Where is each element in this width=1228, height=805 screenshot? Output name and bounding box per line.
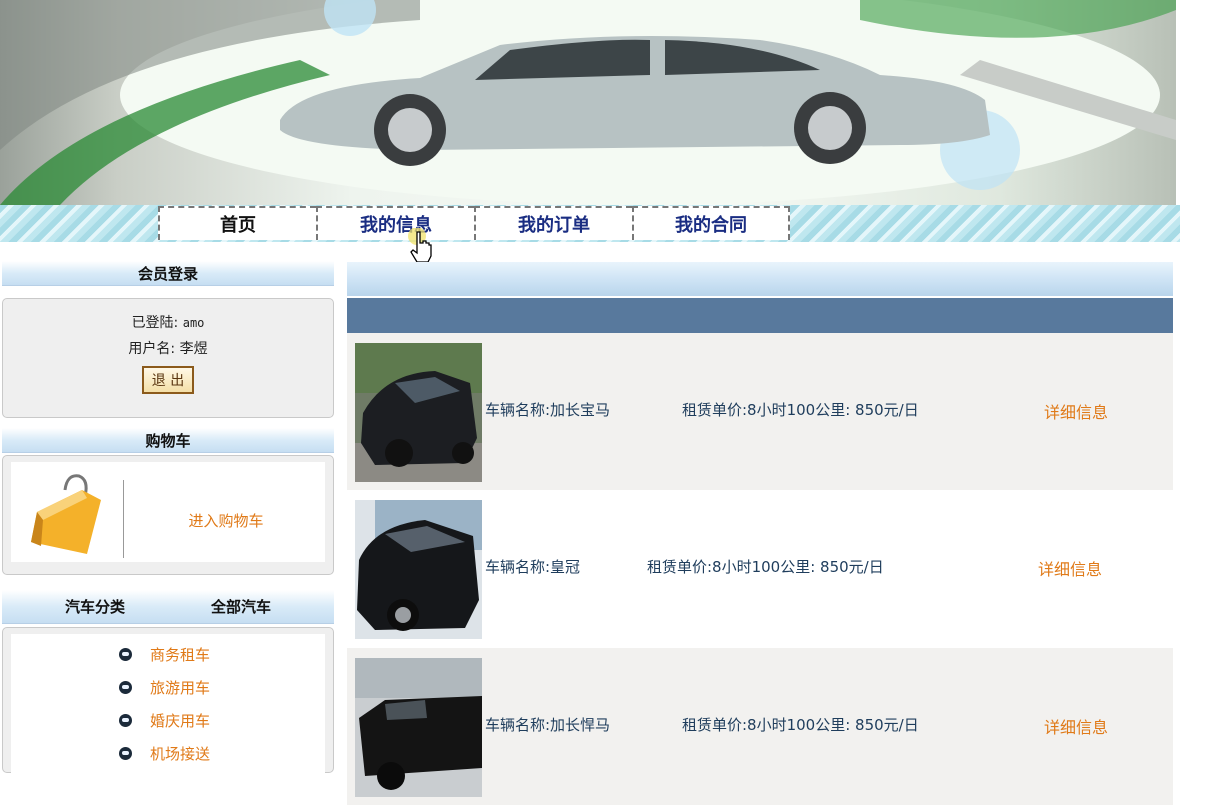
category-list: 商务租车 旅游用车 婚庆用车 机场接送 (11, 634, 325, 774)
main-nav: 首页 我的信息 我的订单 我的合同 (158, 206, 790, 242)
category-item-travel[interactable]: 旅游用车 (119, 677, 210, 698)
nav-tab-my-contracts[interactable]: 我的合同 (632, 206, 790, 240)
category-label: 旅游用车 (150, 679, 211, 697)
category-label: 机场接送 (150, 745, 211, 763)
cart-section-title: 购物车 (2, 428, 334, 453)
car-detail-link[interactable]: 详细信息 (1044, 399, 1108, 423)
all-cars-link[interactable]: 全部汽车 (211, 596, 271, 617)
car-detail-link[interactable]: 详细信息 (1044, 714, 1108, 738)
car-row: 车辆名称:加长悍马 租赁单价:8小时100公里: 850元/日 详细信息 (347, 648, 1173, 805)
cart-panel: 进入购物车 (2, 455, 334, 575)
car-detail-link[interactable]: 详细信息 (1038, 556, 1102, 580)
banner-car-image (0, 0, 1176, 205)
username-label: 用户名: (128, 341, 176, 357)
login-panel: 已登陆: amo 用户名: 李煜 退 出 (2, 298, 334, 418)
category-label: 商务租车 (150, 646, 211, 664)
car-thumbnail-image[interactable] (355, 343, 482, 482)
car-thumbnail-image[interactable] (355, 658, 482, 797)
car-price: 租赁单价:8小时100公里: 850元/日 (682, 716, 919, 734)
login-section-title: 会员登录 (2, 261, 334, 286)
bullet-icon (119, 747, 132, 760)
car-price: 租赁单价:8小时100公里: 850元/日 (682, 401, 919, 419)
cart-panel-inner: 进入购物车 (11, 462, 325, 562)
car-price: 租赁单价:8小时100公里: 850元/日 (647, 558, 884, 576)
car-row: 车辆名称:皇冠 租赁单价:8小时100公里: 850元/日 详细信息 (347, 490, 1173, 647)
nav-tab-home[interactable]: 首页 (158, 206, 316, 240)
logged-in-value: amo (182, 316, 205, 330)
logout-button[interactable]: 退 出 (141, 366, 195, 394)
content-header (347, 262, 1173, 296)
bullet-icon (119, 714, 132, 727)
category-item-wedding[interactable]: 婚庆用车 (119, 710, 210, 731)
cart-divider (123, 480, 124, 558)
car-name: 车辆名称:加长悍马 (485, 716, 611, 734)
car-name: 车辆名称:加长宝马 (485, 401, 611, 419)
category-panel: 商务租车 旅游用车 婚庆用车 机场接送 (2, 627, 334, 774)
shopping-bag-icon[interactable] (27, 472, 107, 554)
nav-tab-my-orders[interactable]: 我的订单 (474, 206, 632, 240)
enter-cart-link[interactable]: 进入购物车 (141, 510, 311, 531)
bullet-icon (119, 681, 132, 694)
car-category-label: 汽车分类 (64, 598, 125, 616)
content-table-header-bar (347, 298, 1173, 333)
category-item-business[interactable]: 商务租车 (119, 644, 210, 665)
category-section-title: 汽车分类 全部汽车 (2, 590, 334, 624)
car-thumbnail-image[interactable] (355, 500, 482, 639)
category-label: 婚庆用车 (150, 712, 211, 730)
category-item-airport[interactable]: 机场接送 (119, 743, 210, 764)
car-name: 车辆名称:皇冠 (485, 558, 581, 576)
logged-in-row: 已登陆: amo (3, 310, 333, 336)
car-row: 车辆名称:加长宝马 租赁单价:8小时100公里: 850元/日 详细信息 (347, 333, 1173, 490)
username-row: 用户名: 李煜 (3, 336, 333, 362)
bullet-icon (119, 648, 132, 661)
username-value: 李煜 (179, 341, 208, 357)
hand-cursor-icon (408, 228, 432, 263)
nav-tab-my-info[interactable]: 我的信息 (316, 206, 474, 240)
logged-in-label: 已登陆: (131, 315, 179, 331)
header-banner (0, 0, 1176, 205)
